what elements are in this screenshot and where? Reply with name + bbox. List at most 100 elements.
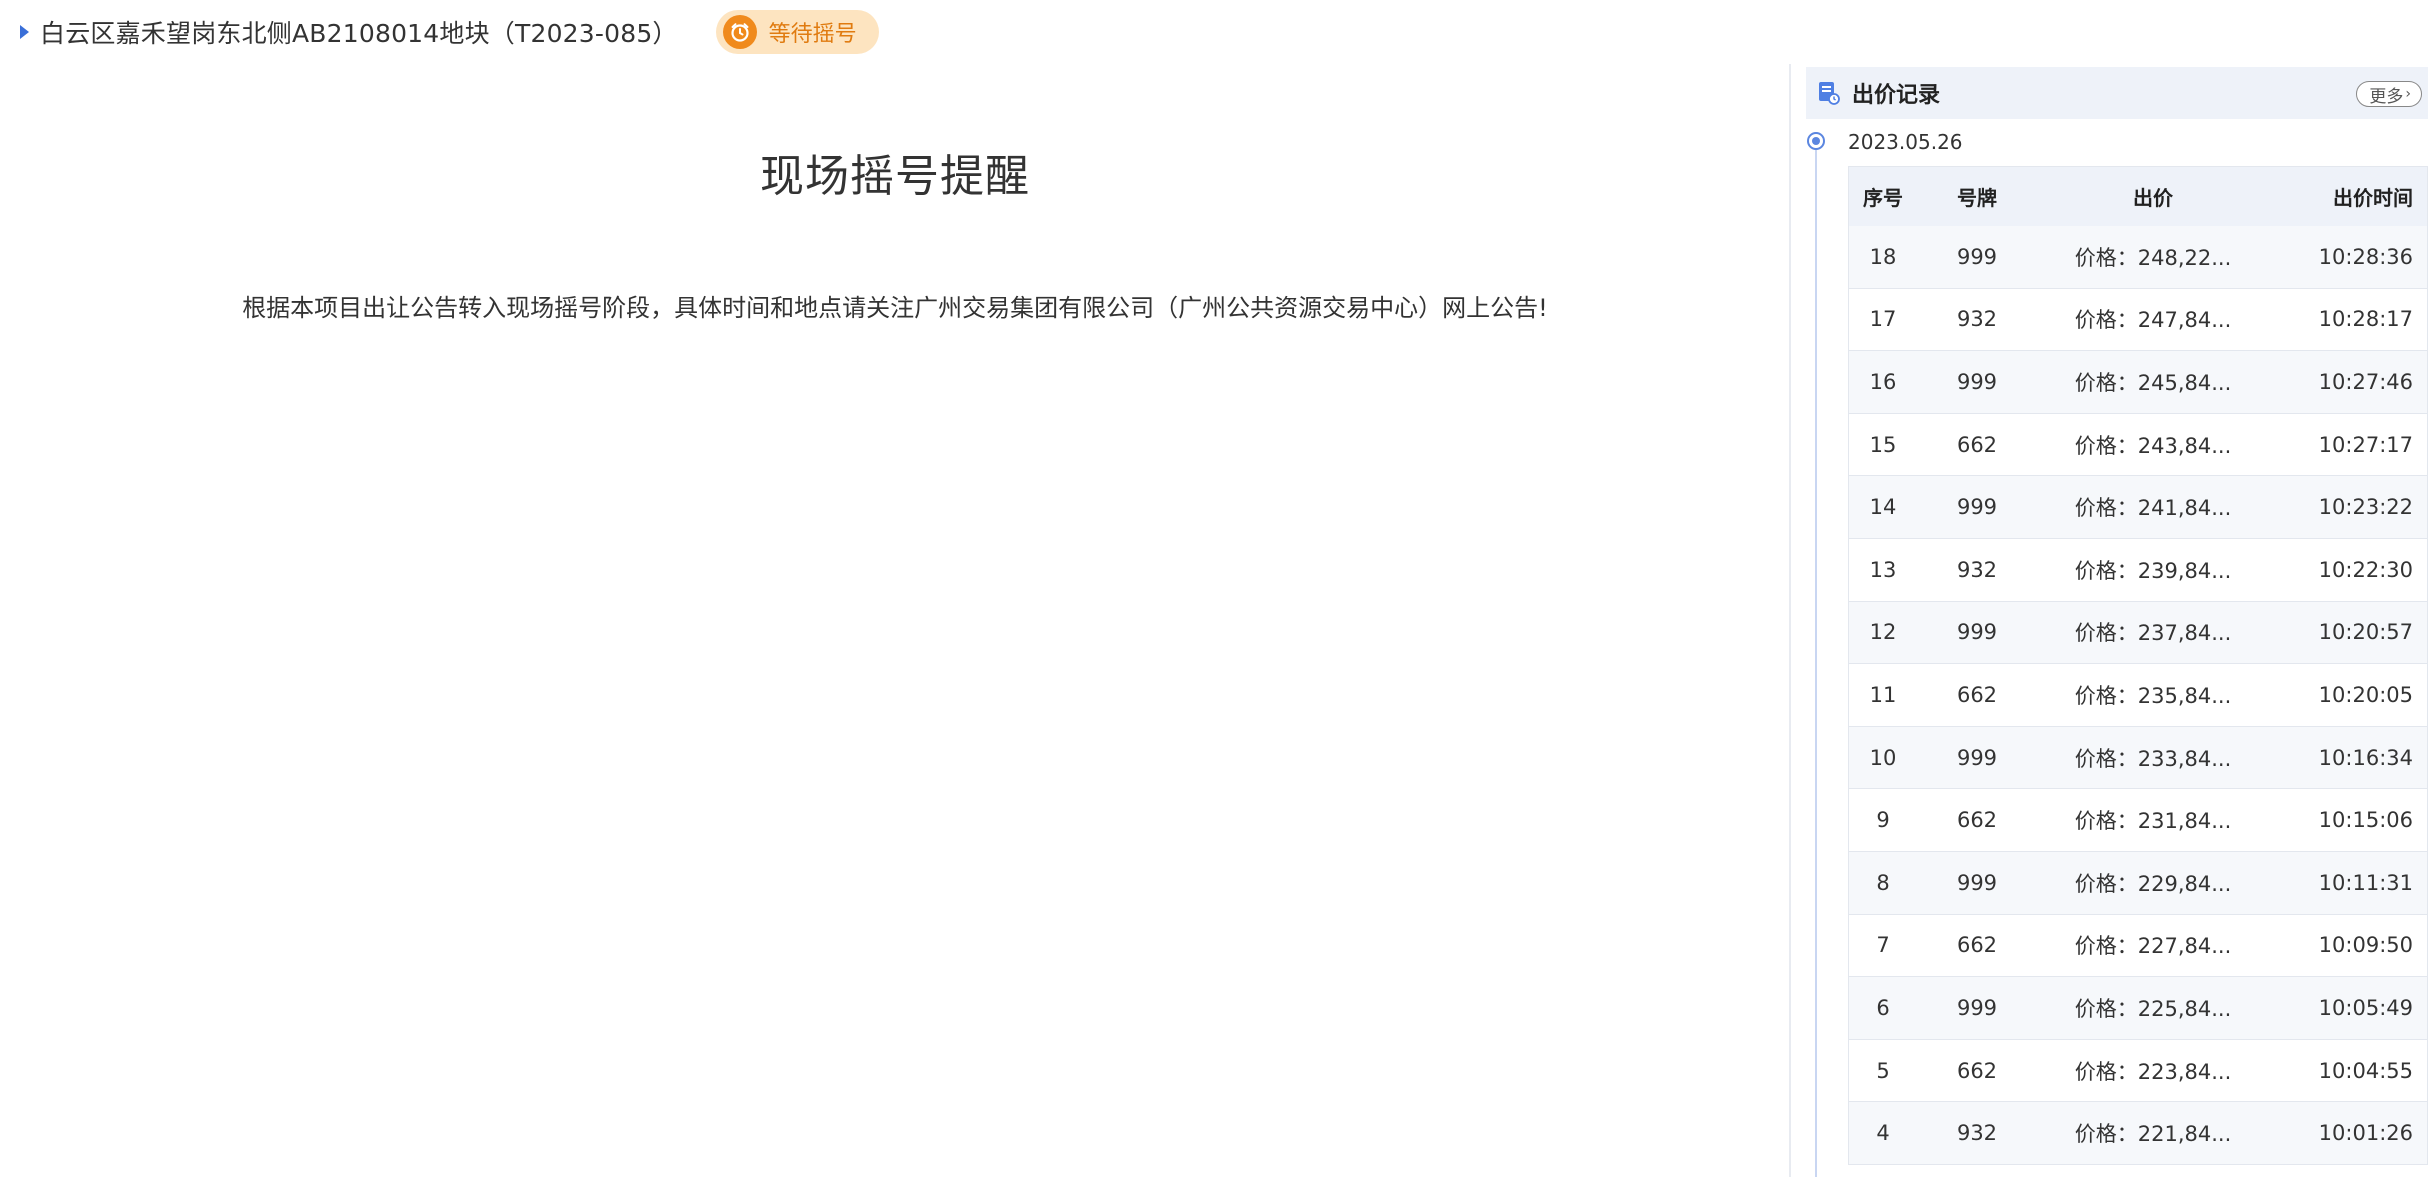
status-text: 等待摇号	[768, 22, 857, 47]
panel-title: 出价记录	[1852, 83, 1941, 108]
notice-body: 根据本项目出让公告转入现场摇号阶段，具体时间和地点请关注广州交易集团有限公司（广…	[242, 294, 1548, 322]
cell-plate: 932	[1956, 557, 1998, 582]
cell-plate: 999	[1956, 745, 1998, 770]
cell-seq: 11	[1869, 682, 1897, 707]
cell-price: 价格：248,22...	[2074, 245, 2232, 270]
table-header: 序号 号牌 出价 出价时间	[1849, 167, 2427, 226]
col-header-time: 出价时间	[2333, 186, 2413, 210]
cell-price: 价格：223,84...	[2074, 1059, 2232, 1084]
cell-time: 10:20:57	[2318, 620, 2413, 645]
chevron-right-icon: ›	[2405, 86, 2411, 102]
notice-title: 现场摇号提醒	[760, 151, 1030, 202]
table-row[interactable]: 6 999 价格：225,84... 10:05:49	[1849, 977, 2427, 1040]
cell-seq: 17	[1869, 307, 1897, 332]
timeline-line	[1815, 150, 1817, 1177]
cell-plate: 999	[1956, 870, 1998, 895]
table-row[interactable]: 5 662 价格：223,84... 10:04:55	[1849, 1039, 2427, 1103]
more-button-label: 更多	[2369, 86, 2404, 107]
cell-time: 10:20:05	[2318, 682, 2413, 707]
cell-plate: 662	[1956, 933, 1998, 958]
cell-time: 10:22:30	[2318, 557, 2413, 582]
status-badge: 等待摇号	[715, 10, 879, 54]
cell-time: 10:04:55	[2318, 1058, 2413, 1083]
cell-seq: 10	[1869, 745, 1897, 770]
table-row[interactable]: 15 662 价格：243,84... 10:27:17	[1849, 413, 2427, 477]
cell-time: 10:28:36	[2318, 244, 2413, 269]
cell-time: 10:01:26	[2318, 1121, 2413, 1146]
cell-plate: 999	[1956, 495, 1998, 520]
cell-time: 10:09:50	[2318, 933, 2413, 958]
cell-seq: 6	[1876, 995, 1890, 1020]
cell-seq: 15	[1869, 432, 1897, 457]
cell-price: 价格：239,84...	[2074, 558, 2232, 583]
table-row[interactable]: 17 932 价格：247,84... 10:28:17	[1849, 288, 2427, 352]
timeline-dot	[1807, 132, 1825, 150]
cell-seq: 12	[1869, 620, 1897, 645]
cell-seq: 5	[1876, 1058, 1890, 1083]
cell-price: 价格：221,84...	[2074, 1122, 2232, 1147]
caret-right-icon[interactable]	[20, 25, 29, 39]
cell-seq: 18	[1869, 244, 1897, 269]
cell-plate: 999	[1956, 244, 1998, 269]
cell-plate: 662	[1956, 1058, 1998, 1083]
cell-price: 价格：231,84...	[2074, 809, 2232, 834]
cell-price: 价格：247,84...	[2074, 308, 2232, 333]
table-row[interactable]: 7 662 价格：227,84... 10:09:50	[1849, 914, 2427, 978]
cell-price: 价格：237,84...	[2074, 621, 2232, 646]
table-row[interactable]: 8 999 价格：229,84... 10:11:31	[1849, 851, 2427, 915]
cell-plate: 932	[1956, 307, 1998, 332]
cell-plate: 999	[1956, 995, 1998, 1020]
cell-price: 价格：235,84...	[2074, 683, 2232, 708]
cell-price: 价格：245,84...	[2074, 370, 2232, 395]
cell-price: 价格：233,84...	[2074, 746, 2232, 771]
alarm-clock-icon	[722, 15, 757, 49]
cell-time: 10:05:49	[2318, 995, 2413, 1020]
cell-time: 10:16:34	[2318, 745, 2413, 770]
table-row[interactable]: 18 999 价格：248,22... 10:28:36	[1849, 226, 2427, 289]
table-row[interactable]: 13 932 价格：239,84... 10:22:30	[1849, 538, 2427, 602]
cell-time: 10:27:17	[2318, 432, 2413, 457]
table-row[interactable]: 16 999 价格：245,84... 10:27:46	[1849, 351, 2427, 414]
timeline-date: 2023.05.26	[1848, 130, 1963, 154]
cell-seq: 16	[1869, 369, 1897, 394]
bid-records-header: 出价记录 更多 ›	[1806, 67, 2428, 119]
cell-time: 10:27:46	[2318, 369, 2413, 394]
cell-seq: 9	[1876, 808, 1890, 833]
cell-plate: 999	[1956, 620, 1998, 645]
cell-plate: 932	[1956, 1121, 1998, 1146]
col-header-price: 出价	[2133, 186, 2173, 210]
cell-price: 价格：225,84...	[2074, 996, 2232, 1021]
more-button[interactable]: 更多 ›	[2356, 81, 2422, 107]
table-row[interactable]: 11 662 价格：235,84... 10:20:05	[1849, 664, 2427, 727]
cell-plate: 999	[1956, 369, 1998, 394]
cell-time: 10:15:06	[2318, 808, 2413, 833]
table-row[interactable]: 10 999 价格：233,84... 10:16:34	[1849, 726, 2427, 790]
col-header-seq: 序号	[1863, 186, 1903, 210]
cell-seq: 8	[1876, 870, 1890, 895]
cell-price: 价格：227,84...	[2074, 934, 2232, 959]
cell-plate: 662	[1956, 432, 1998, 457]
cell-seq: 7	[1876, 933, 1890, 958]
table-body: 18 999 价格：248,22... 10:28:36 17 932 价格：247,84.…	[1849, 226, 2427, 1165]
document-icon	[1818, 81, 1840, 105]
cell-plate: 662	[1956, 682, 1998, 707]
table-row[interactable]: 9 662 价格：231,84... 10:15:06	[1849, 789, 2427, 852]
cell-time: 10:23:22	[2318, 495, 2413, 520]
cell-seq: 4	[1876, 1121, 1890, 1146]
page-header: 白云区嘉禾望岗东北侧AB2108014地块（T2023-085） 等待摇号	[20, 6, 879, 58]
cell-time: 10:28:17	[2318, 307, 2413, 332]
page-title: 白云区嘉禾望岗东北侧AB2108014地块（T2023-085）	[40, 19, 678, 48]
cell-plate: 662	[1956, 808, 1998, 833]
cell-seq: 13	[1869, 557, 1897, 582]
vertical-divider	[1789, 64, 1791, 1177]
table-row[interactable]: 12 999 价格：237,84... 10:20:57	[1849, 601, 2427, 665]
cell-price: 价格：229,84...	[2074, 871, 2232, 896]
cell-price: 价格：243,84...	[2074, 433, 2232, 458]
cell-seq: 14	[1869, 495, 1897, 520]
cell-time: 10:11:31	[2318, 870, 2413, 895]
col-header-plate: 号牌	[1957, 186, 1997, 210]
table-row[interactable]: 4 932 价格：221,84... 10:01:26	[1849, 1102, 2427, 1165]
bid-records-table: 序号 号牌 出价 出价时间 18 999 价格：248,22... 10:28:36 1…	[1848, 166, 2428, 1165]
cell-price: 价格：241,84...	[2074, 496, 2232, 521]
table-row[interactable]: 14 999 价格：241,84... 10:23:22	[1849, 476, 2427, 539]
